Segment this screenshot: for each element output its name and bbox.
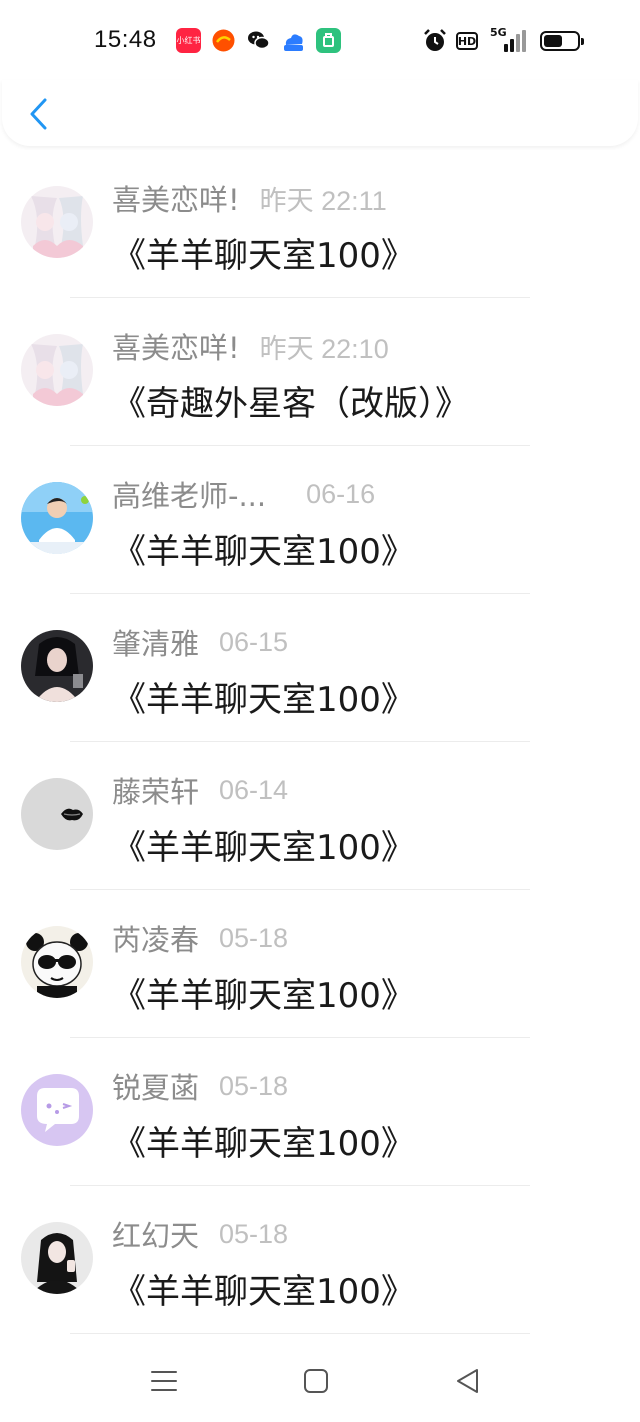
item-header: 肇清雅 06-15 (112, 622, 288, 662)
sender-name: 红幻天 (112, 1219, 200, 1253)
timestamp: 06-14 (219, 774, 289, 805)
menu-icon (151, 1371, 177, 1391)
item-title: 《奇趣外星客（改版）》 (112, 384, 469, 424)
hd-badge: HD (456, 32, 478, 50)
xiaohongshu-icon: 小红书 (176, 28, 201, 53)
sender-name: 芮凌春 (112, 923, 200, 957)
list-item[interactable]: 喜美恋咩! 昨天 22:10 《奇趣外星客（改版）》 (0, 298, 640, 446)
status-bar: 15:48 小红书 HD 5G (0, 0, 640, 80)
item-header: 锐夏菡 05-18 (112, 1066, 288, 1106)
message-list: 喜美恋咩! 昨天 22:11 《羊羊聊天室100》 喜美恋咩! 昨天 22:10… (0, 150, 640, 1340)
avatar[interactable] (21, 186, 93, 258)
item-header: 藤荣轩 06-14 (112, 770, 288, 810)
item-title: 《羊羊聊天室100》 (112, 680, 415, 720)
system-navigation-bar (0, 1338, 640, 1422)
item-header: 芮凌春 05-18 (112, 918, 288, 958)
item-header: 喜美恋咩! 昨天 22:11 (112, 178, 387, 218)
avatar[interactable] (21, 334, 93, 406)
sender-name: 喜美恋咩! (112, 331, 240, 365)
item-title: 《羊羊聊天室100》 (112, 236, 415, 276)
item-header: 高维老师-... 06-16 (112, 474, 375, 514)
status-time: 15:48 (94, 26, 157, 53)
wechat-icon (246, 28, 271, 53)
item-title: 《羊羊聊天室100》 (112, 1272, 415, 1312)
system-back-button[interactable] (443, 1356, 493, 1406)
timestamp: 昨天 22:11 (259, 185, 387, 216)
avatar[interactable] (21, 926, 93, 998)
divider (70, 1333, 530, 1334)
back-button[interactable] (20, 94, 56, 134)
timestamp: 05-18 (219, 922, 289, 953)
avatar[interactable] (21, 778, 93, 850)
list-item[interactable]: 喜美恋咩! 昨天 22:11 《羊羊聊天室100》 (0, 150, 640, 298)
avatar[interactable] (21, 1074, 93, 1146)
item-title: 《羊羊聊天室100》 (112, 532, 415, 572)
item-title: 《羊羊聊天室100》 (112, 828, 415, 868)
taobao-icon (211, 28, 236, 53)
notification-icons: 小红书 (176, 28, 341, 53)
timestamp: 05-18 (219, 1218, 289, 1249)
recent-apps-button[interactable] (139, 1356, 189, 1406)
avatar[interactable] (21, 1222, 93, 1294)
avatar[interactable] (21, 482, 93, 554)
timestamp: 05-18 (219, 1070, 289, 1101)
item-title: 《羊羊聊天室100》 (112, 976, 415, 1016)
list-item[interactable]: 红幻天 05-18 《羊羊聊天室100》 (0, 1186, 640, 1334)
avatar[interactable] (21, 630, 93, 702)
top-navigation-bar (2, 80, 638, 146)
item-header: 红幻天 05-18 (112, 1214, 288, 1254)
battery-level (544, 35, 562, 47)
sender-name: 喜美恋咩! (112, 183, 240, 217)
cellular-signal-icon: 5G (486, 26, 526, 54)
chevron-left-icon (30, 98, 47, 130)
green-app-icon (316, 28, 341, 53)
cloud-app-icon (281, 28, 306, 53)
home-square-icon (304, 1369, 328, 1393)
alarm-clock-icon (424, 29, 446, 51)
home-button[interactable] (291, 1356, 341, 1406)
list-item[interactable]: 肇清雅 06-15 《羊羊聊天室100》 (0, 594, 640, 742)
sender-name: 肇清雅 (112, 627, 200, 661)
system-icons: HD 5G (422, 26, 584, 56)
timestamp: 06-16 (306, 478, 376, 509)
sender-name: 高维老师-... (112, 479, 267, 513)
list-item[interactable]: 锐夏菡 05-18 《羊羊聊天室100》 (0, 1038, 640, 1186)
item-header: 喜美恋咩! 昨天 22:10 (112, 326, 389, 366)
list-item[interactable]: 藤荣轩 06-14 《羊羊聊天室100》 (0, 742, 640, 890)
back-triangle-icon (457, 1369, 478, 1393)
list-item[interactable]: 高维老师-... 06-16 《羊羊聊天室100》 (0, 446, 640, 594)
battery-icon (540, 31, 584, 51)
list-item[interactable]: 芮凌春 05-18 《羊羊聊天室100》 (0, 890, 640, 1038)
sender-name: 锐夏菡 (112, 1071, 200, 1105)
xiaohongshu-icon-label: 小红书 (176, 36, 201, 45)
sender-name: 藤荣轩 (112, 775, 200, 809)
item-title: 《羊羊聊天室100》 (112, 1124, 415, 1164)
timestamp: 06-15 (219, 626, 289, 657)
timestamp: 昨天 22:10 (259, 333, 389, 364)
